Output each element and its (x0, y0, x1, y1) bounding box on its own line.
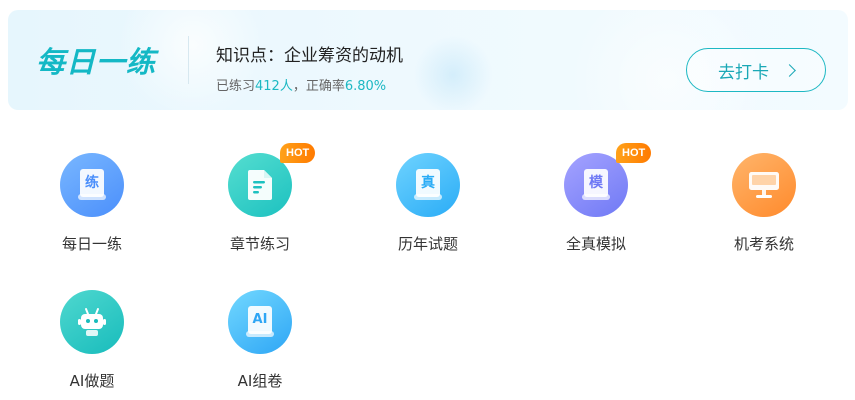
feature-daily-practice[interactable]: 练 每日一练 (32, 153, 152, 263)
checkin-label: 去打卡 (718, 62, 769, 83)
daily-practice-icon: 练 (60, 153, 124, 217)
past-exam-icon: 真 (396, 153, 460, 217)
banner-decoration (413, 35, 493, 110)
feature-past-exams[interactable]: 真 历年试题 (368, 153, 488, 263)
daily-practice-banner: 每日一练 知识点：企业筹资的动机 已练习412人，正确率6.80% 去打卡 (8, 10, 848, 110)
daily-practice-logo: 每日一练 (36, 45, 157, 79)
hot-badge: HOT (280, 143, 316, 163)
computer-exam-icon (732, 153, 796, 217)
ai-robot-icon (60, 290, 124, 354)
chevron-right-icon (783, 63, 796, 77)
practiced-count: 412人 (255, 79, 293, 94)
knowledge-topic: 企业筹资的动机 (284, 46, 403, 66)
ai-paper-icon: AI (228, 290, 292, 354)
feature-label: 历年试题 (397, 235, 458, 253)
knowledge-point-title: 知识点：企业筹资的动机 (216, 44, 403, 68)
feature-computer-exam[interactable]: 机考系统 (704, 153, 824, 263)
stats-prefix: 已练习 (216, 79, 256, 94)
feature-label: 每日一练 (61, 235, 122, 253)
feature-label: 机考系统 (733, 235, 794, 253)
feature-ai-practice[interactable]: AI做题 (32, 290, 152, 400)
accuracy-rate: 6.80% (344, 79, 387, 94)
feature-label: AI做题 (69, 372, 115, 390)
divider (188, 36, 189, 84)
feature-label: AI组卷 (237, 372, 283, 390)
hot-badge: HOT (616, 143, 652, 163)
feature-chapter-practice[interactable]: HOT 章节练习 (200, 143, 320, 263)
feature-label: 章节练习 (229, 235, 290, 253)
knowledge-label: 知识点： (216, 46, 284, 66)
checkin-button[interactable]: 去打卡 (686, 48, 826, 92)
stats-mid: ，正确率 (292, 79, 345, 94)
feature-mock-exam[interactable]: 模 HOT 全真模拟 (536, 143, 656, 263)
practice-stats: 已练习412人，正确率6.80% (216, 78, 386, 96)
feature-label: 全真模拟 (565, 235, 626, 253)
feature-ai-paper[interactable]: AI AI组卷 (200, 290, 320, 400)
